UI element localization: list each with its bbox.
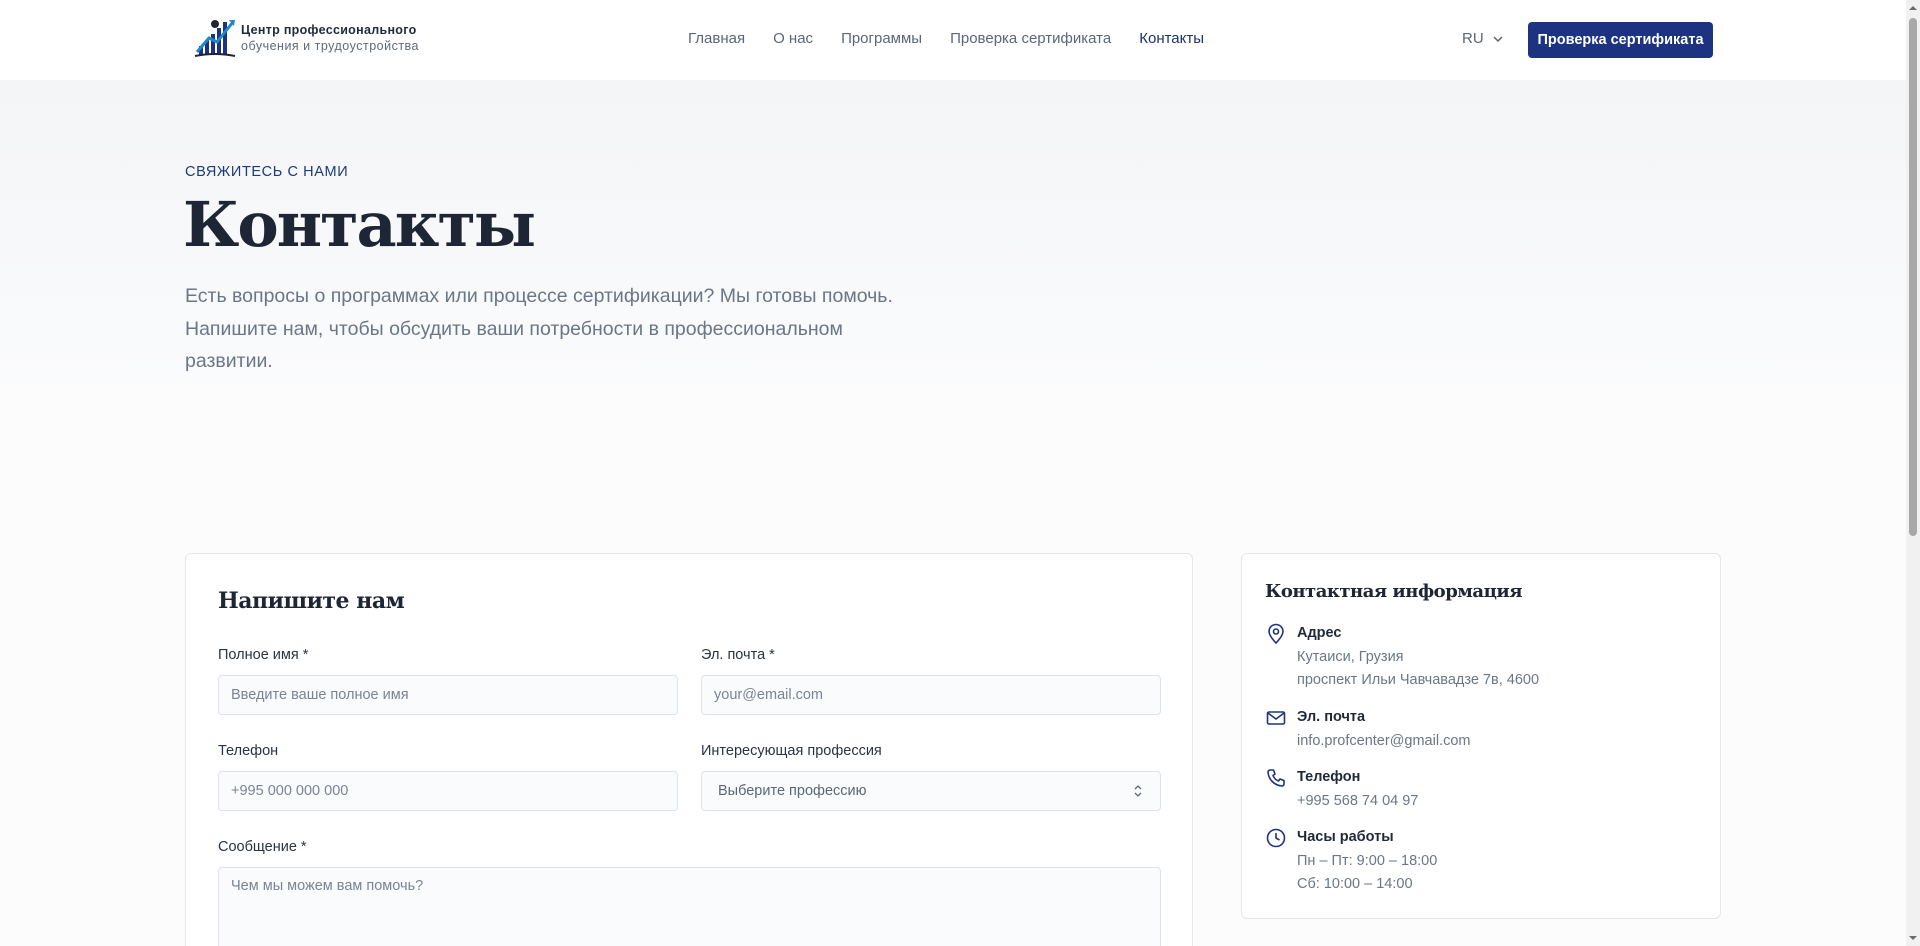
map-pin-icon	[1268, 623, 1284, 645]
page-title: Контакты	[183, 188, 536, 261]
email-label: Эл. почта *	[701, 647, 775, 663]
hero-eyebrow: СВЯЖИТЕСЬ С НАМИ	[185, 164, 349, 180]
scroll-down-arrow-icon[interactable]	[1908, 933, 1918, 943]
nav-certificate-check[interactable]: Проверка сертификата	[950, 30, 1111, 47]
full-name-label: Полное имя *	[218, 647, 309, 663]
phone-icon	[1267, 769, 1285, 787]
address-line-1: Кутаиси, Грузия	[1297, 649, 1404, 665]
phone-heading: Телефон	[1297, 769, 1361, 785]
address-line-2: проспект Ильи Чавчавадзе 7в, 4600	[1297, 672, 1540, 688]
vertical-scrollbar[interactable]	[1906, 0, 1920, 946]
profession-label: Интересующая профессия	[701, 743, 882, 759]
phone-number-link[interactable]: +995 568 74 04 97	[1297, 790, 1418, 813]
nav-contacts[interactable]: Контакты	[1139, 30, 1204, 47]
address-heading: Адрес	[1297, 625, 1342, 641]
profession-select-value: Выберите профессию	[718, 783, 867, 799]
phone-input[interactable]	[218, 771, 678, 811]
hours-heading: Часы работы	[1297, 829, 1394, 845]
language-label: RU	[1462, 30, 1484, 47]
nav-home[interactable]: Главная	[688, 30, 745, 47]
nav-about[interactable]: О нас	[773, 30, 813, 47]
hours-weekdays: Пн – Пт: 9:00 – 18:00	[1297, 853, 1438, 869]
logo-title: Центр профессионального	[241, 23, 417, 37]
main-nav: Главная О нас Программы Проверка сертифи…	[688, 30, 1232, 47]
mail-icon	[1266, 711, 1286, 725]
profession-select[interactable]: Выберите профессию	[701, 771, 1161, 811]
phone-label: Телефон	[218, 743, 279, 759]
scroll-up-arrow-icon[interactable]	[1908, 3, 1918, 13]
contact-info-title: Контактная информация	[1265, 581, 1523, 602]
message-textarea[interactable]	[218, 867, 1161, 946]
logo[interactable]: Центр профессионального обучения и трудо…	[193, 16, 419, 60]
chevron-down-icon	[1493, 35, 1503, 42]
email-input[interactable]	[701, 675, 1161, 715]
scrollbar-thumb[interactable]	[1909, 18, 1917, 536]
chevron-up-down-icon	[1134, 785, 1142, 797]
email-heading: Эл. почта	[1297, 709, 1366, 725]
contact-info-card: Контактная информация Адрес Кутаиси, Гру…	[1241, 553, 1721, 919]
hours-saturday: Сб: 10:00 – 14:00	[1297, 876, 1413, 892]
logo-subtitle: обучения и трудоустройства	[241, 39, 420, 53]
clock-icon	[1266, 828, 1286, 848]
form-title: Напишите нам	[218, 588, 405, 614]
contact-form-card: Напишите нам Полное имя * Эл. почта * Те…	[185, 553, 1193, 946]
certificate-check-button[interactable]: Проверка сертификата	[1528, 22, 1713, 58]
full-name-input[interactable]	[218, 675, 678, 715]
message-label: Сообщение *	[218, 839, 307, 855]
logo-icon	[194, 20, 236, 57]
site-header: Центр профессионального обучения и трудо…	[0, 0, 1906, 80]
language-selector[interactable]: RU	[1462, 30, 1504, 47]
nav-programs[interactable]: Программы	[841, 30, 922, 47]
hero-lead: Есть вопросы о программах или процессе с…	[185, 285, 893, 372]
email-address-link[interactable]: info.profcenter@gmail.com	[1297, 730, 1470, 753]
